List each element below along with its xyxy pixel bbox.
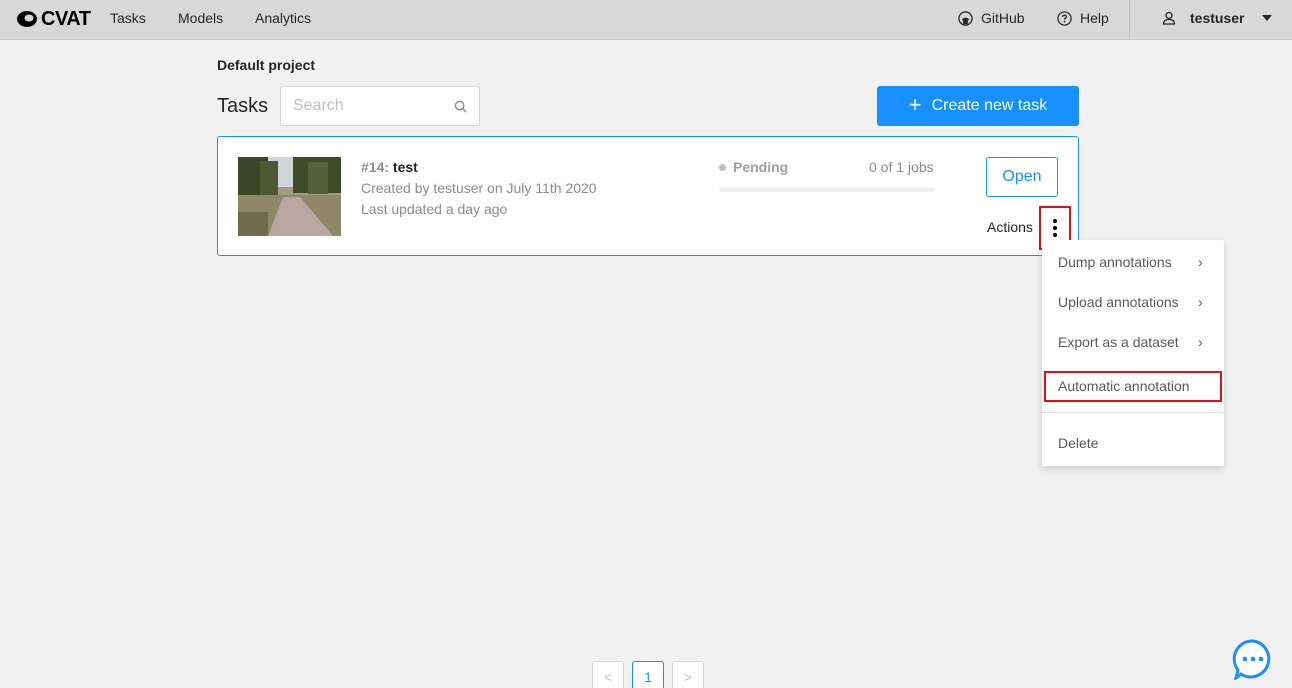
task-item: #14: test Created by testuser on July 11… — [217, 136, 1079, 256]
username: testuser — [1190, 10, 1245, 26]
cvat-logo[interactable]: CVAT — [16, 7, 91, 31]
chevron-right-icon: › — [1198, 334, 1203, 350]
help-link[interactable]: Help — [1057, 10, 1109, 26]
create-new-task-button[interactable]: + Create new task — [877, 86, 1079, 126]
chevron-right-icon: › — [1198, 294, 1203, 310]
search-icon[interactable] — [454, 100, 467, 113]
chat-icon[interactable] — [1232, 638, 1274, 680]
chevron-right-icon: › — [1198, 254, 1203, 270]
status-dot-icon — [719, 163, 726, 171]
task-preview-image[interactable] — [238, 157, 341, 236]
task-created: Created by testuser on July 11th 2020 — [361, 180, 597, 196]
jobs-count: 0 of 1 jobs — [869, 159, 934, 175]
actions-menu: Dump annotations › Upload annotations › … — [1042, 240, 1224, 466]
status-badge: Pending — [719, 159, 788, 175]
page-title: Tasks — [217, 95, 269, 117]
task-id: #14: — [361, 159, 390, 175]
search-placeholder: Search — [293, 97, 344, 114]
progress-bar — [719, 187, 935, 192]
nav-models[interactable]: Models — [178, 10, 223, 26]
menu-item-dump-annotations[interactable]: Dump annotations — [1058, 254, 1172, 270]
top-bar: CVAT Tasks Models Analytics GitHub Help … — [0, 0, 1292, 40]
help-label: Help — [1080, 10, 1109, 26]
task-name: test — [392, 159, 418, 175]
preview-photo — [238, 157, 341, 236]
question-circle-icon — [1057, 10, 1072, 26]
search-input[interactable]: Search — [280, 86, 480, 126]
nav-tasks[interactable]: Tasks — [110, 10, 146, 26]
menu-item-delete[interactable]: Delete — [1058, 435, 1098, 451]
status-label: Pending — [733, 159, 789, 175]
user-icon — [1162, 11, 1176, 25]
plus-icon: + — [908, 92, 922, 117]
header-divider — [1129, 0, 1130, 40]
menu-divider — [1042, 412, 1224, 413]
actions-label: Actions — [987, 219, 1033, 235]
pagination-page-1[interactable]: 1 — [632, 661, 664, 688]
nav-analytics[interactable]: Analytics — [255, 10, 311, 26]
create-button-label: Create new task — [931, 97, 1048, 114]
task-title: #14: test — [361, 159, 418, 175]
task-updated: Last updated a day ago — [361, 201, 508, 217]
github-icon — [958, 10, 973, 26]
cvat-eye-icon — [17, 11, 37, 27]
pagination-next[interactable]: > — [672, 661, 704, 688]
menu-item-export-dataset[interactable]: Export as a dataset — [1058, 334, 1179, 350]
github-label: GitHub — [981, 10, 1025, 26]
pagination-prev[interactable]: < — [592, 661, 624, 688]
project-title: Default project — [217, 57, 316, 73]
open-button[interactable]: Open — [986, 157, 1058, 197]
user-menu[interactable]: testuser — [1162, 10, 1244, 26]
menu-item-upload-annotations[interactable]: Upload annotations — [1058, 294, 1179, 310]
github-link[interactable]: GitHub — [958, 10, 1025, 26]
caret-down-icon[interactable] — [1261, 14, 1273, 22]
logo-text: CVAT — [41, 7, 91, 30]
menu-item-automatic-annotation[interactable]: Automatic annotation — [1058, 378, 1190, 394]
